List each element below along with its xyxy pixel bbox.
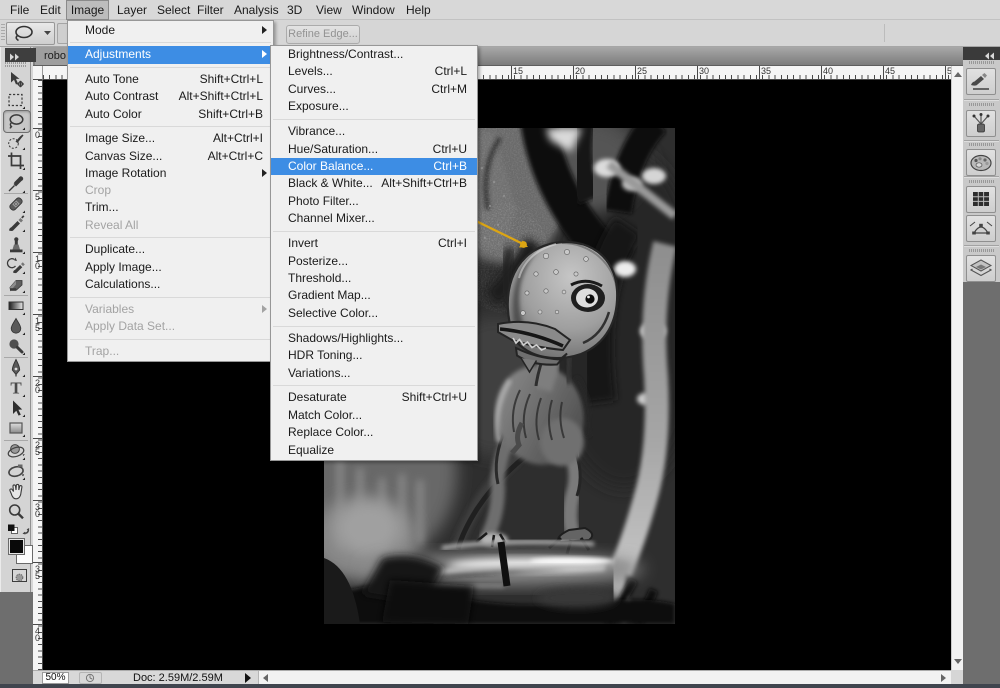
- svg-text:T: T: [10, 379, 22, 398]
